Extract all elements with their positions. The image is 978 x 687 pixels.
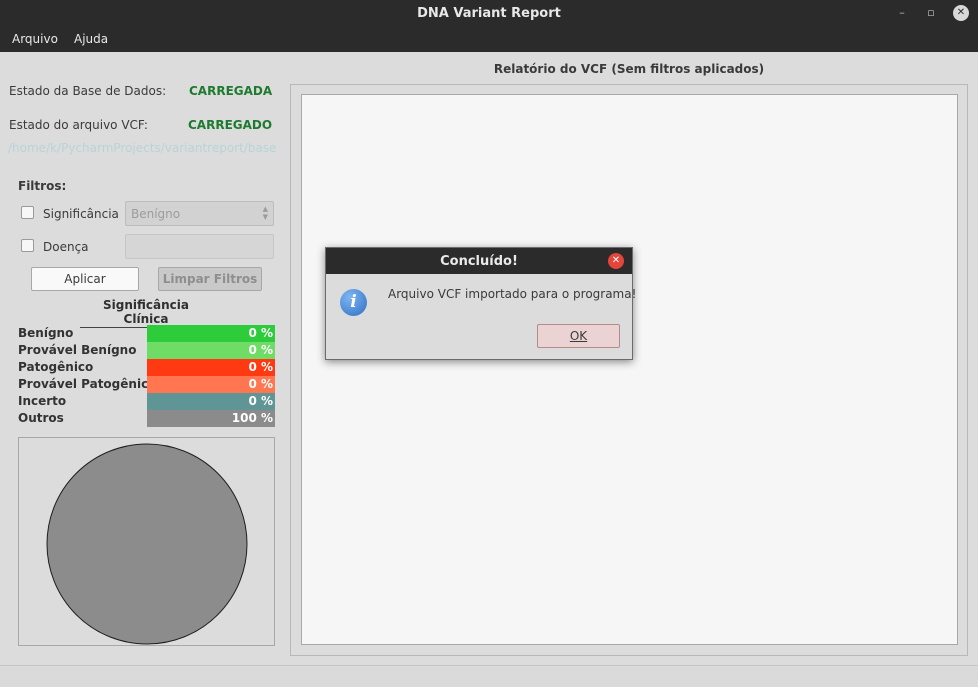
menu-bar: Arquivo Ajuda [0, 28, 978, 52]
stat-label-provavel-patogenico: Provável Patogênico [18, 377, 157, 391]
close-icon[interactable]: ✕ [953, 5, 969, 21]
vcf-status-label: Estado do arquivo VCF: [9, 118, 148, 132]
stat-bar-outros: 100 % [147, 410, 275, 427]
stats-title: Significância Clínica [80, 298, 212, 328]
spin-arrows-icon: ▲ ▼ [262, 205, 268, 221]
disease-label: Doença [43, 240, 89, 254]
stat-bar-benigno: 0 % [147, 325, 275, 342]
status-bar [0, 665, 978, 687]
info-icon: i [340, 289, 367, 316]
stat-label-outros: Outros [18, 411, 64, 425]
dialog-close-icon[interactable]: ✕ [608, 253, 624, 269]
title-bar: DNA Variant Report – ▫ ✕ [0, 0, 978, 28]
significance-label: Significância [43, 207, 119, 221]
db-status-label: Estado da Base de Dados: [9, 84, 167, 98]
filters-title: Filtros: [18, 179, 67, 193]
menu-ajuda[interactable]: Ajuda [74, 32, 108, 46]
stat-label-benigno: Benígno [18, 326, 74, 340]
dialog-title: Concluído! [440, 254, 518, 269]
apply-button[interactable]: Aplicar [31, 267, 139, 291]
stat-label-patogenico: Patogênico [18, 360, 94, 374]
stat-bar-incerto: 0 % [147, 393, 275, 410]
report-content[interactable] [301, 94, 958, 645]
significance-select[interactable]: Benígno ▲ ▼ [125, 201, 274, 226]
window-title: DNA Variant Report [417, 6, 561, 21]
report-title: Relatório do VCF (Sem filtros aplicados) [493, 62, 765, 76]
clear-filters-button[interactable]: Limpar Filtros [158, 267, 262, 291]
disease-input[interactable] [125, 234, 274, 259]
restore-icon[interactable]: ▫ [923, 5, 939, 21]
pie-slice-outros [46, 443, 248, 645]
dialog-titlebar: Concluído! ✕ [326, 248, 632, 274]
stat-label-provavel-benigno: Provável Benígno [18, 343, 137, 357]
stat-bar-provavel-benigno: 0 % [147, 342, 275, 359]
stat-label-incerto: Incerto [18, 394, 67, 408]
db-status-value: CARREGADA [189, 84, 273, 98]
menu-arquivo[interactable]: Arquivo [12, 32, 58, 46]
stat-bar-patogenico: 0 % [147, 359, 275, 376]
dialog-message: Arquivo VCF importado para o programa! [388, 287, 637, 301]
significance-select-value: Benígno [131, 207, 181, 221]
disease-checkbox[interactable] [21, 239, 34, 252]
vcf-path: /home/k/PycharmProjects/variantreport/ba… [8, 141, 277, 155]
minimize-icon[interactable]: – [894, 5, 910, 21]
vcf-status-value: CARREGADO [188, 118, 273, 132]
info-dialog: Concluído! ✕ i Arquivo VCF importado par… [325, 247, 637, 360]
pie-chart [46, 443, 248, 645]
ok-button[interactable]: OK [537, 324, 620, 348]
stat-bar-provavel-patogenico: 0 % [147, 376, 275, 393]
significance-checkbox[interactable] [21, 206, 34, 219]
pie-chart-frame [18, 437, 275, 646]
